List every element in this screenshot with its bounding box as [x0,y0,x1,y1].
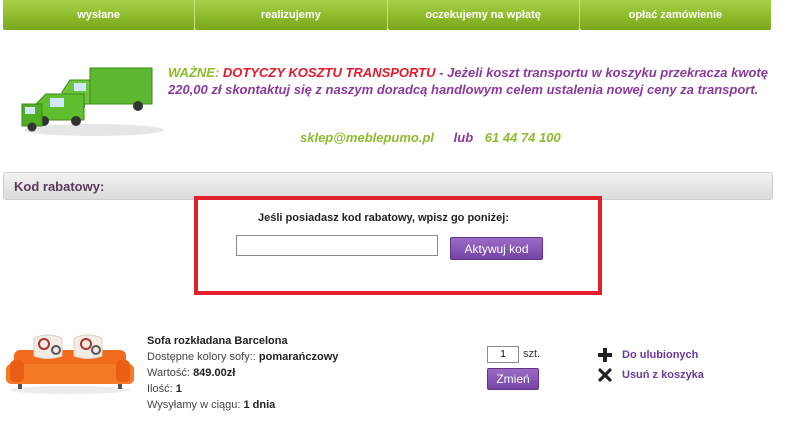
notice-prefix: WAŻNE: [168,65,220,80]
quantity-unit: szt. [523,348,541,360]
tab-awaiting-payment[interactable]: oczekujemy na wpłatę [387,0,580,30]
remove-from-cart-label: Usuń z koszyka [622,369,704,381]
remove-from-cart-link[interactable]: Usuń z koszyka [598,368,704,382]
discount-prompt: Jeśli posiadasz kod rabatowy, wpisz go p… [258,212,510,224]
contact-info: sklep@meblepumo.pl lub 61 44 74 100 [300,130,561,145]
contact-email[interactable]: sklep@meblepumo.pl [300,130,434,145]
product-name[interactable]: Sofa rozkładana Barcelona [147,333,338,349]
order-status-tabs: wysłane realizujemy oczekujemy na wpłatę… [3,0,771,30]
product-qty-value: 1 [175,383,182,395]
tab-sent[interactable]: wysłane [3,0,196,30]
update-quantity-button[interactable]: Zmień [487,368,539,390]
product-value: 849.00zł [193,367,236,379]
contact-separator: lub [453,130,474,145]
tab-in-progress[interactable]: realizujemy [195,0,388,30]
contact-phone: 61 44 74 100 [484,130,561,145]
tab-pay-order[interactable]: opłać zamówienie [579,0,771,30]
product-shipping-label: Wysyłamy w ciągu: [147,399,241,411]
plus-icon [598,348,612,362]
close-icon [598,368,612,382]
discount-code-input[interactable] [236,235,438,256]
product-shipping-value: 1 dnia [243,399,276,411]
product-value-row: Wartość: 849.00zł [147,365,338,381]
product-qty-row: Ilość: 1 [147,381,338,397]
product-shipping-row: Wysyłamy w ciągu: 1 dnia [147,397,338,413]
notice-highlight: DOTYCZY KOSZTU TRANSPORTU [222,65,436,80]
cart-product-details: Sofa rozkładana Barcelona Dostępne kolor… [147,333,338,413]
delivery-trucks-image [21,67,164,136]
quantity-input[interactable] [487,346,519,363]
product-value-label: Wartość: [147,367,190,379]
transport-cost-notice: WAŻNE: DOTYCZY KOSZTU TRANSPORTU - Jeżel… [168,64,768,98]
add-to-favorites-label: Do ulubionych [622,349,699,361]
product-color-value: pomarańczowy [258,351,339,363]
product-color-row: Dostępne kolory sofy:: pomarańczowy [147,349,338,365]
product-qty-label: Ilość: [147,383,173,395]
sofa-product-image[interactable] [4,330,136,394]
discount-section-title: Kod rabatowy: [14,179,105,194]
product-color-label: Dostępne kolory sofy:: [147,351,256,363]
activate-code-button[interactable]: Aktywuj kod [450,237,543,260]
add-to-favorites-link[interactable]: Do ulubionych [598,348,698,362]
